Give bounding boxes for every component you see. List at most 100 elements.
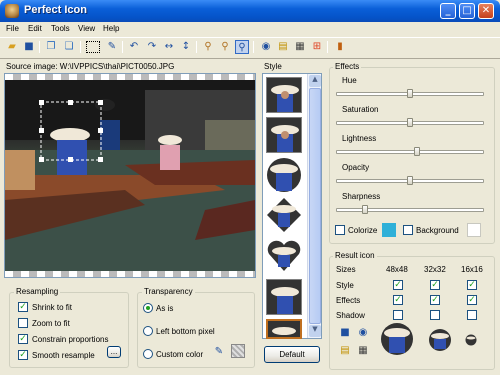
style-scrollbar[interactable]: ▲ ▼ [307, 74, 321, 338]
left-bottom-pixel-label: Left bottom pixel [156, 327, 215, 336]
background-label: Background [416, 226, 459, 235]
zoom-to-fit-label: Zoom to fit [32, 319, 70, 328]
zoom-to-fit-checkbox[interactable] [18, 318, 28, 328]
style-16x16-checkbox[interactable]: ✓ [467, 280, 477, 290]
boat-photo [5, 80, 255, 271]
woman-in-hat-icon [267, 280, 301, 314]
default-button[interactable]: Default [264, 346, 320, 363]
rotate-right-icon[interactable]: ↷ [145, 40, 159, 54]
style-label: Style [264, 62, 282, 71]
style-thumb-square[interactable] [266, 77, 302, 113]
flip-vertical-icon[interactable]: ↕ [179, 40, 193, 54]
export-folder-icon[interactable]: ▤ [276, 40, 290, 54]
export-folder-icon[interactable]: ▤ [338, 344, 352, 358]
close-button[interactable]: ✕ [478, 3, 494, 19]
open-folder-icon[interactable]: ▰ [5, 40, 19, 54]
woman-in-hat-icon [267, 118, 301, 152]
windows-logo-icon[interactable]: ⊞ [310, 40, 324, 54]
toolbar-separator [253, 41, 254, 53]
style-thumb-rounded[interactable] [266, 117, 302, 153]
saturation-slider-thumb[interactable] [407, 118, 413, 127]
rotate-left-icon[interactable]: ↶ [127, 40, 141, 54]
style-48x48-checkbox[interactable]: ✓ [393, 280, 403, 290]
scroll-up-icon[interactable]: ▲ [309, 75, 321, 87]
sharpness-slider-thumb[interactable] [362, 205, 368, 214]
shadow-16x16-checkbox[interactable] [467, 310, 477, 320]
shadow-48x48-checkbox[interactable] [393, 310, 403, 320]
effects-48x48-checkbox[interactable]: ✓ [393, 295, 403, 305]
background-checkbox[interactable] [403, 225, 413, 235]
save-icon[interactable]: ■ [22, 40, 36, 54]
custom-color-swatch[interactable] [231, 344, 245, 358]
film-icon[interactable]: ▦ [293, 40, 307, 54]
size-48-label: 48x48 [386, 265, 408, 274]
style-thumb-diamond[interactable] [266, 197, 302, 233]
constrain-proportions-checkbox[interactable]: ✓ [18, 334, 28, 344]
style-32x32-checkbox[interactable]: ✓ [430, 280, 440, 290]
custom-color-radio[interactable] [143, 349, 153, 359]
flip-horizontal-icon[interactable]: ↔ [162, 40, 176, 54]
select-rect-icon[interactable] [86, 41, 100, 53]
sizes-label: Sizes [336, 265, 356, 274]
app-icon [5, 4, 19, 18]
lightness-label: Lightness [342, 134, 377, 143]
effects-32x32-checkbox[interactable]: ✓ [430, 295, 440, 305]
preview-eye-icon[interactable]: ◉ [356, 326, 370, 340]
lightness-slider-thumb[interactable] [414, 147, 420, 156]
lightness-slider-track[interactable] [336, 150, 484, 154]
left-bottom-pixel-radio[interactable] [143, 326, 153, 336]
background-color-swatch[interactable] [467, 223, 481, 237]
scroll-down-icon[interactable]: ▼ [309, 325, 321, 337]
style-thumb-gold-frame[interactable] [266, 319, 302, 339]
custom-color-label: Custom color [156, 350, 204, 359]
shrink-to-fit-checkbox[interactable]: ✓ [18, 302, 28, 312]
eyedropper-icon[interactable]: ✎ [212, 345, 226, 359]
colorize-label: Colorize [348, 226, 378, 235]
copy-icon[interactable]: ❐ [44, 40, 58, 54]
resampling-label: Resampling [14, 287, 61, 296]
preview-eye-icon[interactable]: ◉ [259, 40, 273, 54]
menu-help[interactable]: Help [103, 22, 119, 36]
colorize-checkbox[interactable] [335, 225, 345, 235]
opacity-slider-thumb[interactable] [407, 176, 413, 185]
woman-in-hat-icon [267, 78, 301, 112]
hue-label: Hue [342, 76, 357, 85]
source-image-path: Source image: W:\IVPPICS\thai\PICT0050.J… [6, 62, 175, 71]
toolbar-separator [327, 41, 328, 53]
hue-slider-thumb[interactable] [407, 89, 413, 98]
style-row-label: Style [336, 281, 354, 290]
menu-view[interactable]: View [78, 22, 95, 36]
resample-options-button[interactable]: ... [107, 346, 121, 358]
zoom-in-icon[interactable]: ⚲ [201, 40, 215, 54]
film-icon[interactable]: ▦ [356, 344, 370, 358]
sharpness-label: Sharpness [342, 192, 381, 201]
effects-row-label: Effects [336, 296, 361, 305]
effects-16x16-checkbox[interactable]: ✓ [467, 295, 477, 305]
style-thumb-heart[interactable] [266, 237, 302, 273]
maximize-button[interactable]: □ [459, 3, 475, 19]
shrink-to-fit-label: Shrink to fit [32, 303, 73, 312]
minimize-button[interactable]: _ [440, 3, 456, 19]
sharpness-slider-track[interactable] [336, 208, 484, 212]
smooth-resample-label: Smooth resample [32, 351, 95, 360]
help-book-icon[interactable]: ▮ [333, 40, 347, 54]
colorize-color-swatch[interactable] [382, 223, 396, 237]
zoom-fit-icon[interactable]: ⚲ [235, 40, 249, 54]
toolbar-separator [196, 41, 197, 53]
style-list[interactable]: ▲ ▼ [262, 73, 322, 339]
zoom-out-icon[interactable]: ⚲ [218, 40, 232, 54]
as-is-radio[interactable] [143, 303, 153, 313]
result-icon-48 [381, 323, 413, 355]
paste-icon[interactable]: ❏ [62, 40, 76, 54]
result-icon-label: Result icon [333, 251, 377, 260]
smooth-resample-checkbox[interactable]: ✓ [18, 350, 28, 360]
menu-edit[interactable]: Edit [28, 22, 42, 36]
style-thumb-circle[interactable] [266, 157, 302, 193]
eyedropper-icon[interactable]: ✎ [105, 40, 119, 54]
save-icon[interactable]: ■ [338, 326, 352, 340]
menu-file[interactable]: File [6, 22, 19, 36]
scroll-thumb[interactable] [309, 88, 321, 324]
shadow-32x32-checkbox[interactable] [430, 310, 440, 320]
style-thumb-framed[interactable] [266, 279, 302, 315]
menu-tools[interactable]: Tools [51, 22, 70, 36]
